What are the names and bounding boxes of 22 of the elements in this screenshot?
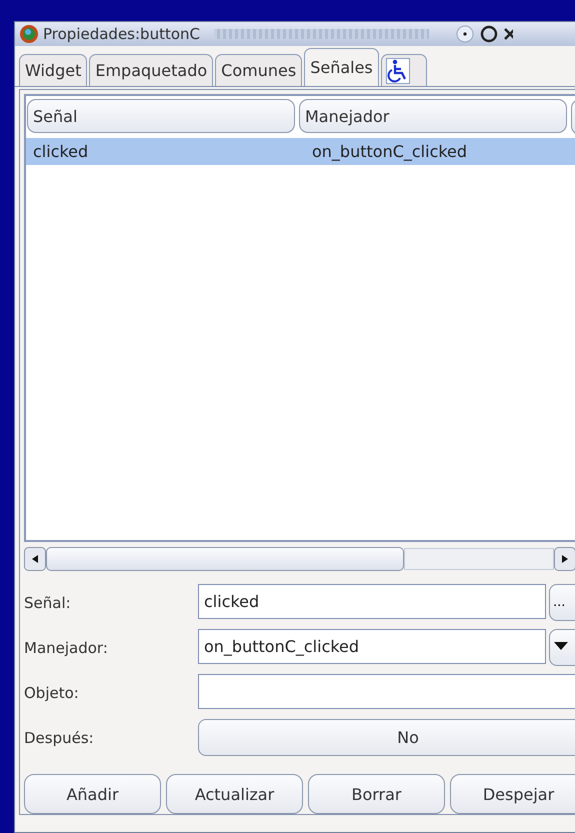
combo-field[interactable]: on_buttonC_clicked <box>198 629 546 664</box>
tab[interactable]: Empaquetado <box>89 54 214 86</box>
tab[interactable]: Widget <box>19 54 88 86</box>
action-button[interactable]: Añadir <box>24 774 161 814</box>
toggle-button[interactable]: No <box>198 719 575 756</box>
action-button[interactable]: Despejar <box>450 774 575 814</box>
field-label: Después: <box>24 728 95 748</box>
action-button[interactable]: Borrar <box>308 774 445 814</box>
input-field[interactable]: clicked <box>198 584 546 619</box>
field-label: Objeto: <box>24 682 80 704</box>
tab[interactable]: Señales <box>304 48 379 86</box>
browse-button[interactable]: ... <box>549 584 575 621</box>
table-cell-text: clicked <box>32 142 90 161</box>
action-button[interactable]: Actualizar <box>166 774 303 814</box>
field-label: Manejador: <box>24 638 109 658</box>
column-header[interactable]: Señal <box>27 99 295 133</box>
table-cell-text: on_buttonC_clicked <box>311 142 468 161</box>
window-title: Propiedades:buttonC <box>43 25 200 43</box>
column-header[interactable]: Manejador <box>299 99 567 133</box>
table-row[interactable]: clicked on_buttonC_clicked <box>26 138 575 165</box>
tab[interactable]: Comunes <box>215 54 302 86</box>
field-label: Señal: <box>24 592 72 614</box>
